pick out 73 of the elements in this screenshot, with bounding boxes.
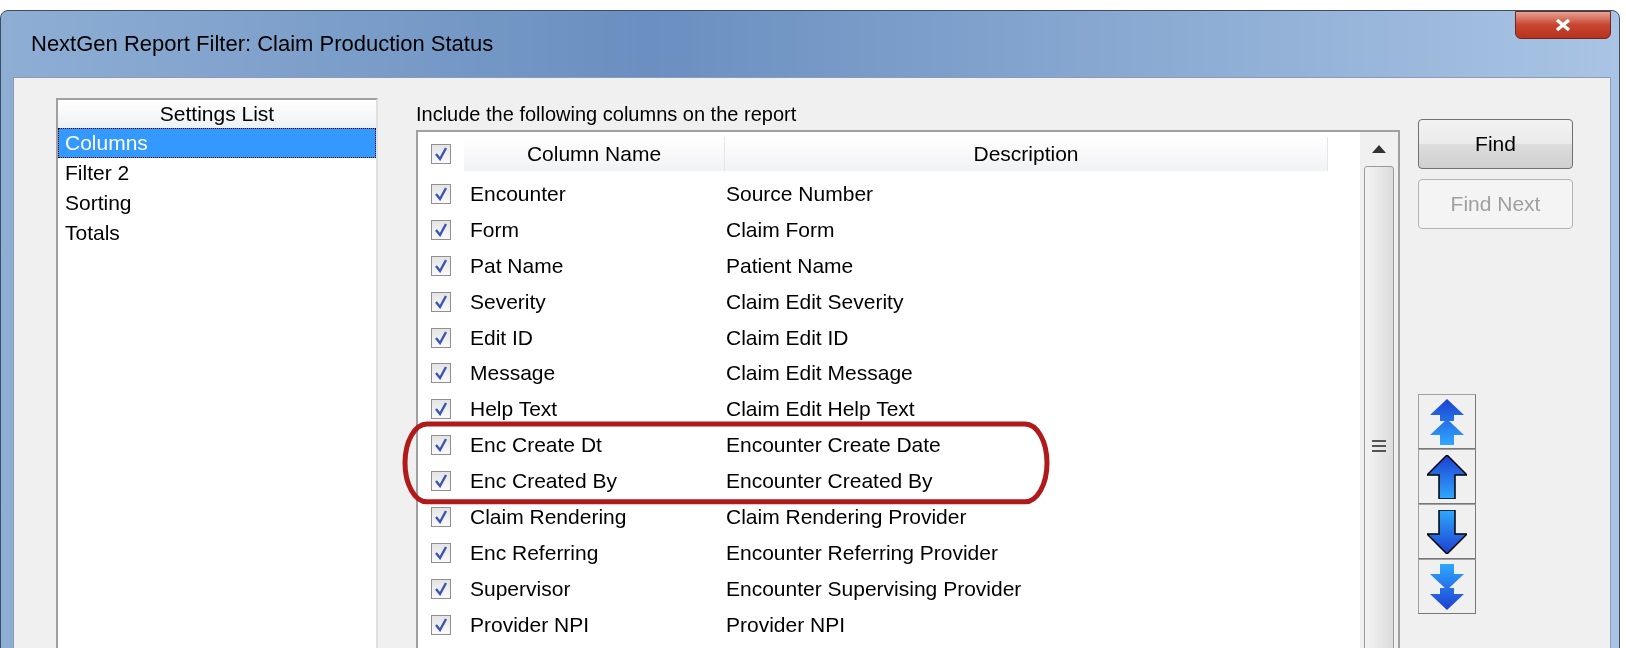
scroll-up-icon[interactable]	[1372, 144, 1386, 153]
double-up-arrow-icon	[1430, 398, 1464, 445]
column-header[interactable]: Description	[725, 137, 1328, 171]
settings-list-item[interactable]: Filter 2	[58, 158, 376, 188]
checkmark-icon	[434, 294, 448, 309]
scrollbar-thumb[interactable]	[1364, 165, 1394, 648]
checkmark-icon	[434, 545, 448, 560]
move-button[interactable]	[1418, 504, 1476, 559]
table-cell-text: Encounter	[469, 181, 567, 206]
checkbox[interactable]	[431, 542, 451, 563]
window-title: NextGen Report Filter: Claim Production Status	[30, 31, 494, 57]
checkmark-icon	[434, 222, 448, 237]
table-cell-text: Encounter Created By	[725, 469, 934, 494]
table-cell-text: Provider NPI	[725, 612, 847, 637]
settings-list-item[interactable]: Totals	[58, 218, 376, 248]
table-cell-text: Help Text	[469, 397, 559, 422]
table-cell-text: Enc Created By	[469, 469, 619, 494]
checkbox[interactable]	[431, 183, 451, 204]
table-caption: Include the following columns on the report	[416, 102, 797, 127]
checkmark-icon	[434, 258, 448, 273]
table-cell-text: Edit ID	[469, 325, 535, 350]
table-cell-text: Encounter Create Date	[725, 433, 942, 458]
checkmark-icon	[434, 366, 448, 381]
close-button[interactable]	[1515, 11, 1611, 39]
checkmark-icon	[434, 330, 448, 345]
checkbox[interactable]	[431, 435, 451, 456]
table-cell-text: Claim Rendering Provider	[725, 504, 968, 529]
grip-icon	[1371, 438, 1387, 453]
checkbox[interactable]	[431, 578, 451, 599]
checkmark-icon	[434, 438, 448, 453]
checkbox[interactable]	[431, 363, 451, 384]
close-icon	[1554, 18, 1572, 32]
checkbox[interactable]	[431, 471, 451, 492]
column-header[interactable]: Column Name	[464, 137, 725, 171]
double-down-arrow-icon	[1430, 563, 1464, 610]
table-cell-text: Message	[469, 361, 557, 386]
checkmark-icon	[434, 147, 448, 161]
checkmark-icon	[434, 509, 448, 524]
table-cell-text: Encounter Referring Provider	[725, 540, 999, 565]
settings-list-item[interactable]: Sorting	[58, 188, 376, 218]
checkmark-icon	[434, 474, 448, 489]
action-button[interactable]: Find	[1418, 119, 1573, 169]
table-cell-text: Claim Edit Severity	[725, 289, 905, 314]
table-cell-text: Enc Referring	[469, 540, 600, 565]
checkbox[interactable]	[431, 144, 451, 164]
table-cell-text: Pat Name	[469, 253, 565, 278]
checkbox[interactable]	[431, 614, 451, 635]
table-cell-text: Claim Edit Help Text	[725, 397, 916, 422]
checkmark-icon	[434, 186, 448, 201]
table-cell-text: Enc Create Dt	[469, 433, 603, 458]
table-cell-text: Supervisor	[469, 576, 572, 601]
table-cell-text: Provider NPI	[469, 612, 591, 637]
table-cell-text: Patient Name	[725, 253, 855, 278]
table-cell-text: Claim Edit ID	[725, 325, 850, 350]
table-cell-text: Severity	[469, 289, 547, 314]
table-cell-text: Claim Edit Message	[725, 361, 914, 386]
table-cell-text: Claim Form	[725, 217, 836, 242]
checkmark-icon	[434, 617, 448, 632]
down-arrow-icon	[1427, 509, 1467, 554]
up-arrow-icon	[1427, 454, 1467, 499]
checkbox[interactable]	[431, 219, 451, 240]
checkbox[interactable]	[431, 255, 451, 276]
checkmark-icon	[434, 581, 448, 596]
checkbox[interactable]	[431, 291, 451, 312]
checkmark-icon	[434, 402, 448, 417]
checkbox[interactable]	[431, 327, 451, 348]
table-cell-text: Source Number	[725, 181, 875, 206]
move-button[interactable]	[1418, 449, 1476, 504]
table-cell-text: Claim Rendering	[469, 504, 628, 529]
table-cell-text: Form	[469, 217, 520, 242]
checkbox[interactable]	[431, 399, 451, 420]
table-cell-text: Encounter Supervising Provider	[725, 576, 1023, 601]
checkbox[interactable]	[431, 506, 451, 527]
